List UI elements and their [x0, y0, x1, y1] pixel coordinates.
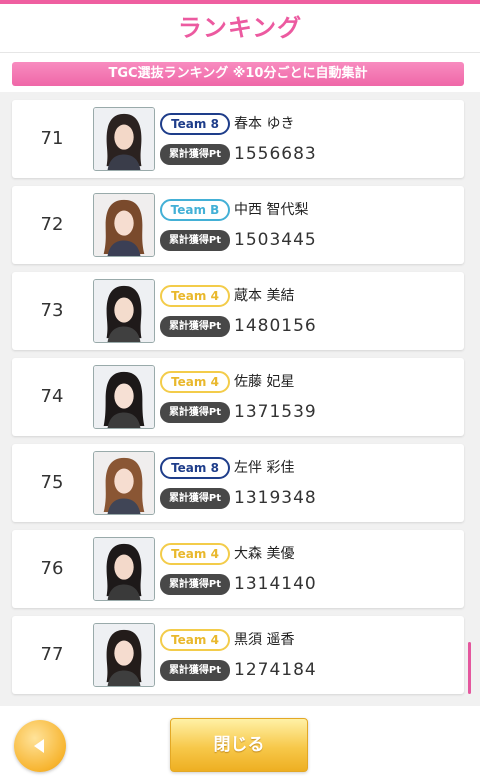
team-badge: Team 8	[160, 113, 230, 135]
points-label: 累計獲得Pt	[160, 316, 230, 337]
team-badge: Team B	[160, 199, 230, 221]
ranking-row[interactable]: 73 Team 4 蔵本 美結 累計獲得Pt 1480156	[12, 272, 464, 350]
points-value: 1556683	[234, 144, 317, 164]
team-badge: Team 4	[160, 629, 230, 651]
member-avatar	[93, 537, 155, 601]
team-badge: Team 4	[160, 285, 230, 307]
title-divider	[0, 52, 480, 53]
member-avatar	[93, 107, 155, 171]
member-name: 大森 美優	[234, 546, 295, 562]
points-value: 1319348	[234, 488, 317, 508]
member-avatar	[93, 623, 155, 687]
ranking-row[interactable]: 77 Team 4 黒須 遥香 累計獲得Pt 1274184	[12, 616, 464, 694]
member-name: 春本 ゆき	[234, 116, 295, 132]
rank-number: 75	[40, 472, 64, 493]
ranking-row[interactable]: 71 Team 8 春本 ゆき 累計獲得Pt 1556683	[12, 100, 464, 178]
rank-number: 77	[40, 644, 64, 665]
list-scrollbar[interactable]	[468, 642, 471, 694]
points-label: 累計獲得Pt	[160, 402, 230, 423]
ranking-row[interactable]: 72 Team B 中西 智代梨 累計獲得Pt 1503445	[12, 186, 464, 264]
close-button[interactable]: 閉じる	[170, 718, 308, 772]
rank-number: 76	[40, 558, 64, 579]
points-label: 累計獲得Pt	[160, 574, 230, 595]
points-value: 1480156	[234, 316, 317, 336]
rank-number: 74	[40, 386, 64, 407]
ranking-banner: TGC選抜ランキング ※10分ごとに自動集計	[12, 62, 464, 86]
points-value: 1274184	[234, 660, 317, 680]
points-value: 1503445	[234, 230, 317, 250]
points-label: 累計獲得Pt	[160, 488, 230, 509]
member-name: 蔵本 美結	[234, 288, 295, 304]
team-badge: Team 4	[160, 543, 230, 565]
rank-number: 71	[40, 128, 64, 149]
rank-number: 73	[40, 300, 64, 321]
ranking-row[interactable]: 76 Team 4 大森 美優 累計獲得Pt 1314140	[12, 530, 464, 608]
member-avatar	[93, 279, 155, 343]
member-name: 黒須 遥香	[234, 632, 295, 648]
back-button[interactable]	[14, 720, 66, 772]
ranking-row[interactable]: 75 Team 8 左伴 彩佳 累計獲得Pt 1319348	[12, 444, 464, 522]
member-name: 左伴 彩佳	[234, 460, 295, 476]
points-label: 累計獲得Pt	[160, 660, 230, 681]
points-value: 1371539	[234, 402, 317, 422]
points-value: 1314140	[234, 574, 317, 594]
triangle-left-icon	[34, 739, 44, 753]
member-avatar	[93, 193, 155, 257]
page-title: ランキング	[177, 14, 303, 42]
member-avatar	[93, 365, 155, 429]
ranking-list[interactable]: 71 Team 8 春本 ゆき 累計獲得Pt 1556683 72 Team B…	[0, 92, 480, 706]
member-name: 佐藤 妃星	[234, 374, 295, 390]
team-badge: Team 8	[160, 457, 230, 479]
team-badge: Team 4	[160, 371, 230, 393]
member-name: 中西 智代梨	[234, 202, 309, 218]
member-avatar	[93, 451, 155, 515]
top-accent-strip	[0, 0, 480, 4]
ranking-row[interactable]: 74 Team 4 佐藤 妃星 累計獲得Pt 1371539	[12, 358, 464, 436]
rank-number: 72	[40, 214, 64, 235]
points-label: 累計獲得Pt	[160, 144, 230, 165]
points-label: 累計獲得Pt	[160, 230, 230, 251]
